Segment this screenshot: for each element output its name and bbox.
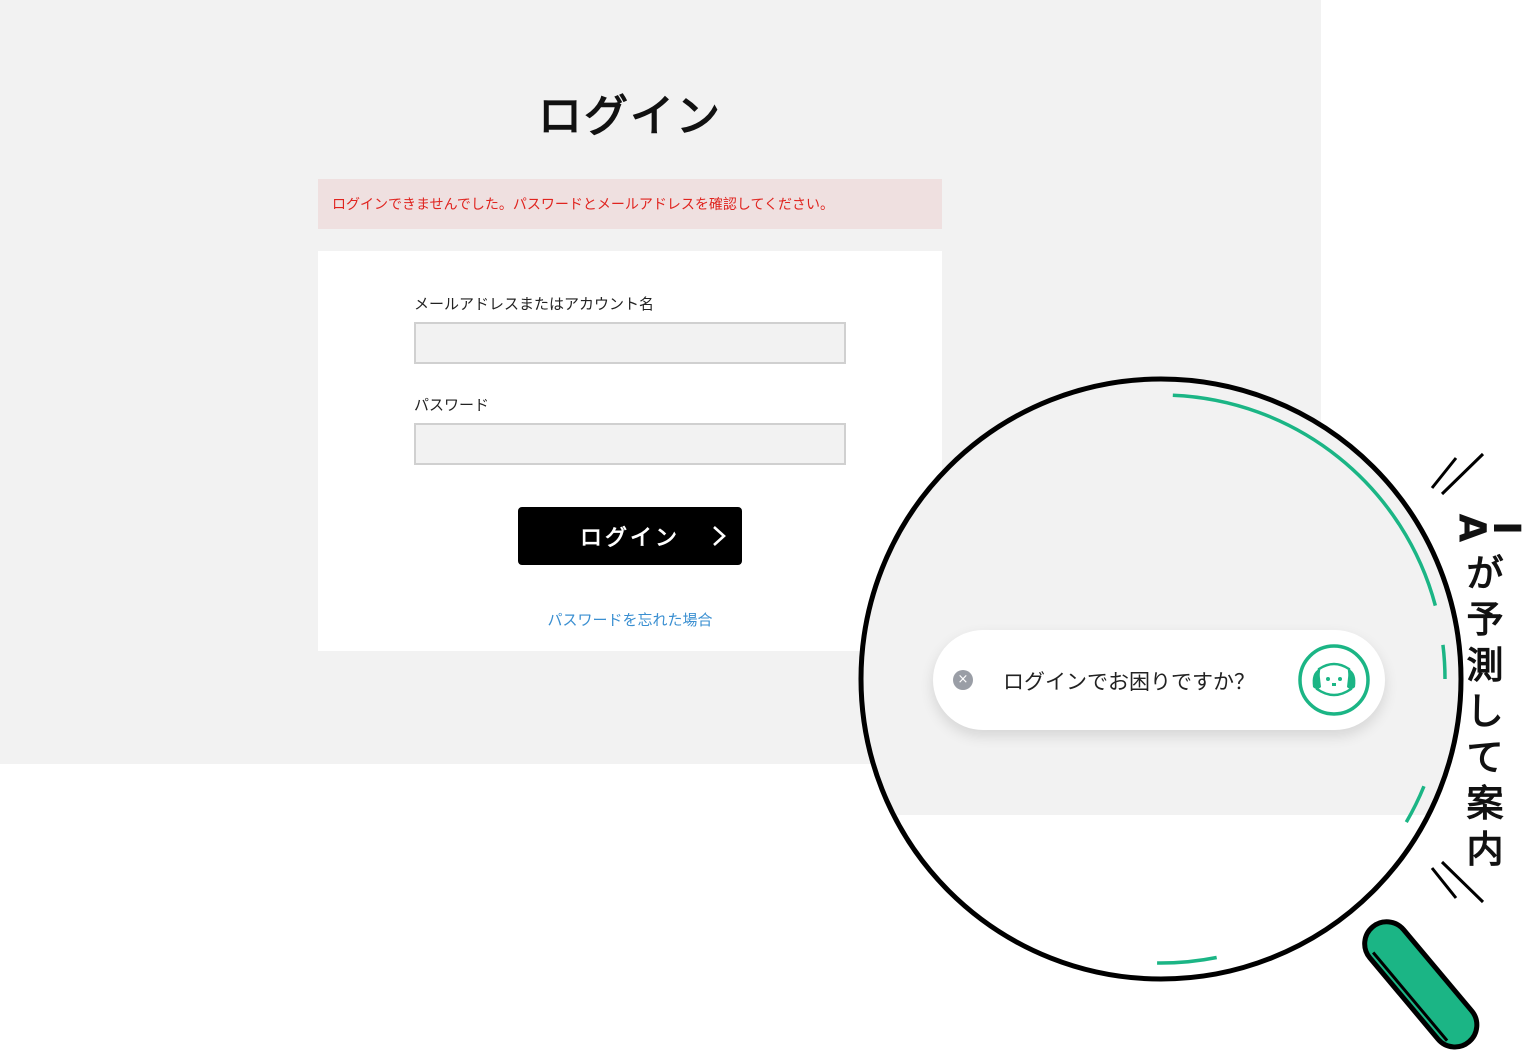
email-label: メールアドレスまたはアカウント名 <box>414 295 655 313</box>
caption-char: し <box>1466 690 1504 733</box>
caption-char: 予 <box>1466 598 1504 641</box>
assistant-chat-bubble[interactable]: × ログインでお困りですか？ <box>933 630 1385 730</box>
error-banner: ログインできませんでした。パスワードとメールアドレスを確認してください。 <box>318 179 942 229</box>
caption-char: が <box>1466 552 1504 595</box>
login-button[interactable]: ログイン <box>518 507 742 565</box>
password-label: パスワード <box>414 396 490 414</box>
login-button-label: ログイン <box>579 526 680 551</box>
magnifier-lens: × ログインでお困りですか？ <box>861 379 1461 979</box>
email-field[interactable] <box>414 322 846 364</box>
caption-char: 案 <box>1466 782 1504 825</box>
close-icon[interactable]: × <box>953 670 973 690</box>
error-message: ログインできませんでした。パスワードとメールアドレスを確認してください。 <box>332 197 835 213</box>
caption-char: I <box>1484 521 1528 535</box>
lens-page-background <box>861 379 1461 815</box>
chevron-right-icon <box>713 526 726 546</box>
ai-guidance-caption: A I が 予 測 し て 案 内 <box>1451 505 1528 873</box>
caption-char: て <box>1466 736 1504 779</box>
caption-char: 測 <box>1466 644 1504 687</box>
assistant-prompt: ログインでお困りですか？ <box>1003 670 1255 694</box>
forgot-password-link[interactable]: パスワードを忘れた場合 <box>518 609 742 630</box>
dog-bot-icon[interactable] <box>1297 643 1371 717</box>
caption-char: 内 <box>1466 828 1504 871</box>
page-title: ログイン <box>538 91 722 142</box>
password-field[interactable] <box>414 423 846 465</box>
screen: ログイン ログインできませんでした。パスワードとメールアドレスを確認してください… <box>0 0 1536 1054</box>
login-form-card: メールアドレスまたはアカウント名 パスワード ログイン パスワードを忘れた場合 <box>318 251 942 651</box>
